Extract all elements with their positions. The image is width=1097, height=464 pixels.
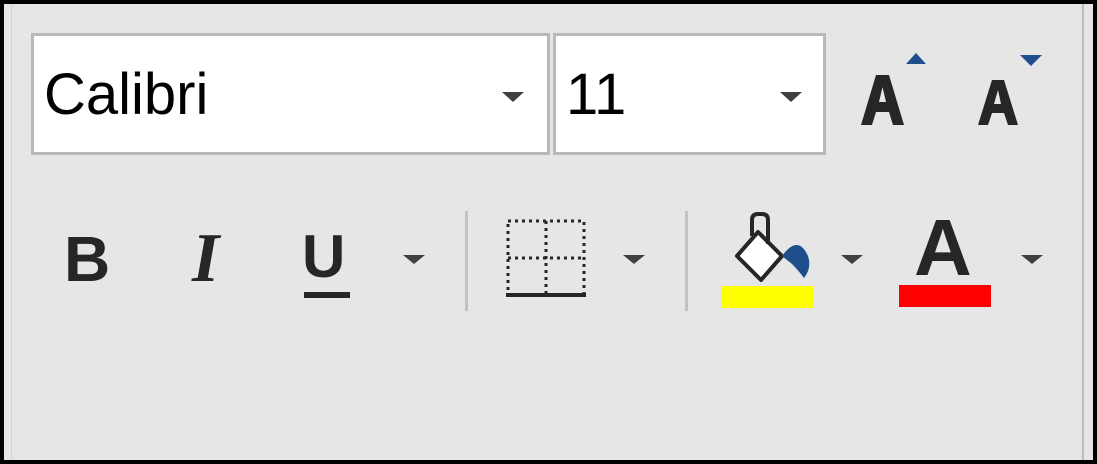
group-separator [465, 211, 468, 311]
group-separator [685, 211, 688, 311]
chevron-down-icon[interactable] [620, 250, 648, 270]
font-color-icon: A [914, 203, 972, 292]
group-left-edge [11, 4, 12, 460]
decrease-font-size-button[interactable] [970, 50, 1050, 130]
italic-button[interactable]: I [178, 222, 242, 296]
font-name-combobox[interactable]: Calibri [31, 33, 550, 155]
group-right-edge [1082, 4, 1084, 460]
italic-icon: I [192, 220, 220, 297]
font-size-value: 11 [566, 62, 627, 127]
font-color-button[interactable]: A [896, 203, 994, 310]
chevron-down-icon[interactable] [500, 86, 526, 108]
borders-button[interactable] [502, 216, 590, 304]
underline-icon: U [302, 223, 346, 290]
font-color-bar [899, 285, 991, 307]
chevron-down-icon[interactable] [778, 86, 804, 108]
font-name-value: Calibri [44, 62, 209, 127]
chevron-down-icon[interactable] [838, 250, 866, 270]
bold-icon: B [64, 223, 111, 295]
fill-color-button[interactable] [718, 208, 818, 312]
chevron-down-icon[interactable] [400, 250, 428, 270]
underline-button[interactable]: U [292, 222, 362, 302]
paint-bucket-icon [735, 212, 810, 282]
grow-font-icon [861, 53, 926, 125]
font-size-combobox[interactable]: 11 [553, 33, 826, 155]
chevron-down-icon[interactable] [1018, 250, 1046, 270]
shrink-font-icon [978, 55, 1042, 125]
increase-font-size-button[interactable] [856, 50, 936, 130]
borders-icon [506, 219, 586, 297]
fill-color-bar [721, 286, 813, 308]
underline-bar [304, 292, 350, 298]
bold-button[interactable]: B [56, 222, 120, 296]
